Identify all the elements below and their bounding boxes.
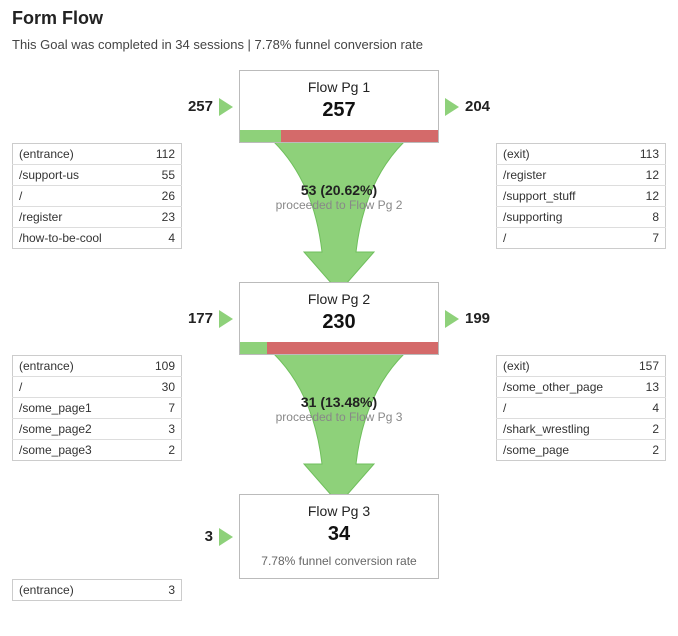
table-row: /7 — [497, 228, 666, 249]
step-1-out-table: (exit)113 /register12 /support_stuff12 /… — [496, 143, 666, 249]
step-3-row: 3 Flow Pg 3 34 7.78% funnel conversion r… — [12, 494, 666, 579]
table-row: /30 — [13, 377, 182, 398]
arrow-right-icon — [445, 310, 459, 328]
step-2-out-table: (exit)157 /some_other_page13 /4 /shark_w… — [496, 355, 666, 461]
page-title: Form Flow — [12, 8, 666, 29]
funnel-diagram: 257 Flow Pg 1 257 204 (entrance)112 /sup… — [12, 70, 666, 579]
step-1-box: Flow Pg 1 257 — [239, 70, 439, 143]
step-1-funnel-main: 53 (20.62%) — [276, 182, 403, 198]
table-row: /some_page2 — [497, 440, 666, 461]
step-3-box: Flow Pg 3 34 7.78% funnel conversion rat… — [239, 494, 439, 579]
bar-exited — [281, 130, 438, 142]
table-row: (entrance)109 — [13, 356, 182, 377]
step-2-box: Flow Pg 2 230 — [239, 282, 439, 355]
step-2-in-value: 177 — [188, 310, 213, 327]
arrow-right-icon — [445, 98, 459, 116]
step-2-value: 230 — [240, 311, 438, 334]
step-2-out-count: 199 — [439, 310, 490, 328]
step-1-out-value: 204 — [465, 98, 490, 115]
bar-proceeded — [240, 342, 267, 354]
table-row: /register23 — [13, 207, 182, 228]
step-1-row: 257 Flow Pg 1 257 204 — [12, 70, 666, 143]
table-row: /how-to-be-cool4 — [13, 228, 182, 249]
funnel-arrow-icon — [264, 354, 414, 504]
step-2-bar — [240, 342, 438, 354]
step-1-bar — [240, 130, 438, 142]
table-row: /4 — [497, 398, 666, 419]
step-1-funnel-sub: proceeded to Flow Pg 2 — [276, 198, 403, 212]
table-row: /some_page32 — [13, 440, 182, 461]
step-2-name: Flow Pg 2 — [240, 291, 438, 307]
table-row: (exit)157 — [497, 356, 666, 377]
step-1-value: 257 — [240, 99, 438, 122]
step-3-subtext: 7.78% funnel conversion rate — [240, 554, 438, 568]
table-row: /support-us55 — [13, 165, 182, 186]
arrow-right-icon — [219, 310, 233, 328]
step-3-in-table: (entrance)3 — [12, 579, 182, 601]
table-row: /some_other_page13 — [497, 377, 666, 398]
step-1-in-value: 257 — [188, 98, 213, 115]
step-1-in-count: 257 — [188, 98, 239, 116]
step-2-in-count: 177 — [188, 310, 239, 328]
page-subtitle: This Goal was completed in 34 sessions |… — [12, 37, 666, 52]
step-2-funnel-sub: proceeded to Flow Pg 3 — [276, 410, 403, 424]
step-3-name: Flow Pg 3 — [240, 503, 438, 519]
step-3-in-count: 3 — [205, 528, 239, 546]
bar-exited — [267, 342, 438, 354]
step-3-in-value: 3 — [205, 528, 213, 545]
table-row: /support_stuff12 — [497, 186, 666, 207]
arrow-right-icon — [219, 528, 233, 546]
funnel-arrow-icon — [264, 142, 414, 292]
table-row: (entrance)112 — [13, 144, 182, 165]
table-row: (entrance)3 — [13, 580, 182, 601]
table-row: /register12 — [497, 165, 666, 186]
table-row: /26 — [13, 186, 182, 207]
table-row: /supporting8 — [497, 207, 666, 228]
step-1-in-table: (entrance)112 /support-us55 /26 /registe… — [12, 143, 182, 249]
table-row: /some_page17 — [13, 398, 182, 419]
step-2-in-table: (entrance)109 /30 /some_page17 /some_pag… — [12, 355, 182, 461]
step-1-out-count: 204 — [439, 98, 490, 116]
bar-proceeded — [240, 130, 281, 142]
step-2-out-value: 199 — [465, 310, 490, 327]
arrow-right-icon — [219, 98, 233, 116]
step-2-row: 177 Flow Pg 2 230 199 — [12, 282, 666, 355]
table-row: /shark_wrestling2 — [497, 419, 666, 440]
step-2-funnel-main: 31 (13.48%) — [276, 394, 403, 410]
table-row: (exit)113 — [497, 144, 666, 165]
step-1-name: Flow Pg 1 — [240, 79, 438, 95]
step-3-value: 34 — [240, 523, 438, 546]
table-row: /some_page23 — [13, 419, 182, 440]
